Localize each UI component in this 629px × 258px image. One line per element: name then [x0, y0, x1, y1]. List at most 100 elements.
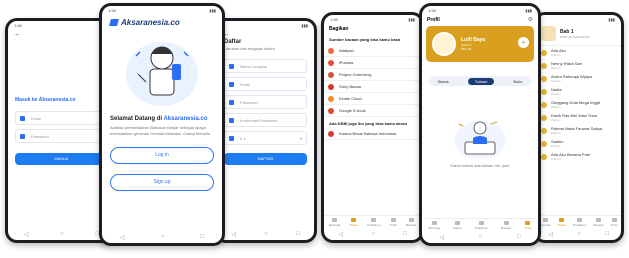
back-button[interactable]: ← [217, 30, 314, 39]
tab-status[interactable]: Status [437, 79, 448, 84]
home-nav[interactable]: ○ [60, 231, 64, 237]
recents-nav[interactable]: □ [605, 231, 609, 237]
recents-nav[interactable]: □ [296, 231, 300, 237]
login-submit-button[interactable]: MASUK [15, 153, 108, 165]
library-item-google-ebook[interactable]: Google E-book [324, 105, 421, 117]
home-icon [431, 220, 437, 225]
chapter-list: Ada Aku Pantun Nenny Riska Sari Pantun And… [536, 46, 621, 163]
nav-bacaan[interactable]: Bacaan [593, 217, 604, 227]
home-nav[interactable]: ○ [479, 234, 483, 240]
list-item[interactable]: Ada Aku Benaria Putri Pantun [536, 150, 621, 163]
wattpad-icon [328, 47, 334, 54]
library-item-kbbi[interactable]: Kamus Besar Bahasa Indonesia [324, 128, 421, 140]
bottom-nav: Beranda Materi Praktikum Profil Bacaan [324, 215, 421, 228]
list-item[interactable]: Nenny Riska Sari Pantun [536, 59, 621, 72]
back-nav[interactable]: ◁ [24, 231, 29, 238]
back-nav[interactable]: ◁ [338, 231, 343, 238]
email-field[interactable]: Email [15, 111, 108, 125]
signup-button[interactable]: Sign up [110, 174, 214, 191]
google-books-icon [328, 107, 334, 114]
recents-nav[interactable]: □ [200, 234, 204, 240]
welcome-description: Aplikasi pembelajaran Bahasan Banjar seb… [110, 125, 211, 136]
class-select[interactable]: # 1 ▾ [224, 131, 307, 145]
register-submit-button[interactable]: DAFTAR [224, 153, 307, 165]
nav-praktikum[interactable]: Praktikum [573, 217, 586, 227]
bottom-nav: Beranda Materi Praktikum Bacaan Profil [536, 215, 621, 228]
list-item[interactable]: Andra Rahmaja Wijaya Pantun [536, 72, 621, 85]
chapters-screen: ▮▮▮ Bab 1 PANTUN INDONESIA Ada Aku Pantun… [536, 15, 621, 240]
profile-stat: Skor 80 [461, 47, 472, 51]
back-nav[interactable]: ◁ [548, 231, 553, 238]
home-nav[interactable]: ○ [161, 234, 165, 240]
library-item-gutenberg[interactable]: Project Gutenberg [324, 69, 421, 81]
back-nav[interactable]: ◁ [439, 234, 444, 241]
add-icon[interactable]: + [518, 37, 529, 48]
library-screen: 1:58 ▮▮▮ Bagikan Sumber bacaan yang bisa … [324, 15, 421, 240]
nav-materi[interactable]: Materi [349, 217, 358, 227]
nav-bacaan[interactable]: Bacaan [406, 217, 416, 227]
nav-praktikum[interactable]: Praktikum [475, 220, 488, 230]
kbbi-icon [328, 130, 334, 137]
pencil-icon [478, 220, 484, 225]
library-item-story[interactable]: Story Bacaa [324, 81, 421, 93]
empty-text: Kamu belum ada tulisan nih, yuk! [450, 163, 510, 168]
settings-icon[interactable]: ⚙ [528, 16, 533, 23]
phone-profile: 1:58 ▮▮▮ Profil ⚙ Lutfi Bayu Kelas 3 Skor… [419, 3, 541, 246]
system-nav: ◁ ○ □ [324, 228, 421, 240]
home-nav[interactable]: ○ [264, 231, 268, 237]
recents-nav[interactable]: □ [517, 234, 521, 240]
book-icon [454, 220, 460, 225]
nav-profil[interactable]: Profil [611, 217, 617, 227]
profile-screen: 1:58 ▮▮▮ Profil ⚙ Lutfi Bayu Kelas 3 Skor… [422, 6, 538, 243]
list-item[interactable]: Saidun Pantun [536, 137, 621, 150]
home-nav[interactable]: ○ [577, 231, 581, 237]
nav-profil[interactable]: Profil [525, 220, 531, 230]
recents-nav[interactable]: □ [403, 231, 407, 237]
nav-home[interactable]: Beranda [539, 217, 551, 227]
name-field[interactable]: Nama Lengkap [224, 59, 307, 73]
nav-profil[interactable]: Profil [390, 217, 397, 227]
list-item[interactable]: Kasih Ras Wei Maw Thea Pantun [536, 111, 621, 124]
nav-materi[interactable]: Materi [453, 220, 461, 230]
avatar [432, 32, 456, 56]
list-item[interactable]: Nadia Pantun [536, 85, 621, 98]
student-icon [541, 153, 547, 160]
chapter-subtitle: PANTUN INDONESIA [560, 34, 590, 39]
nav-materi[interactable]: Materi [558, 217, 566, 227]
library-item-wattpad[interactable]: Wattpad [324, 45, 421, 57]
password-field[interactable]: Password [224, 95, 307, 109]
lock-icon [229, 99, 234, 105]
library-item-ipusnas[interactable]: iPusnas [324, 57, 421, 69]
list-item[interactable]: Ada Aku Pantun [536, 46, 621, 59]
nav-home[interactable]: Beranda [429, 220, 440, 230]
mail-icon [20, 115, 25, 121]
tab-tulisan[interactable]: Tulisan [467, 77, 495, 85]
kbbi-section-title: Ada KBBI juga lho yang bisa kamu akses [329, 121, 408, 126]
welcome-illustration [102, 34, 222, 108]
kindle-icon [328, 95, 334, 102]
chapter-icon [541, 26, 556, 41]
library-list: Wattpad iPusnas Project Gutenberg Story … [324, 45, 421, 117]
list-item[interactable]: Ginggang Duta Mega Inggit Pantun [536, 98, 621, 111]
home-nav[interactable]: ○ [371, 231, 375, 237]
profile-tabs: Status Tulisan Buku [428, 76, 532, 86]
student-icon [541, 62, 547, 69]
welcome-heading: Selamat Datang di Aksaranesia.co [110, 116, 208, 122]
library-icon [408, 217, 414, 222]
nav-home[interactable]: Beranda [329, 217, 340, 227]
library-item-kindle[interactable]: Kindle Cloud [324, 93, 421, 105]
phone-library: 1:58 ▮▮▮ Bagikan Sumber bacaan yang bisa … [321, 12, 424, 243]
nav-bacaan[interactable]: Bacaan [501, 220, 511, 230]
user-icon [229, 63, 234, 69]
confirm-password-field[interactable]: Konfirmasi Password [224, 113, 307, 127]
email-field[interactable]: Email [224, 77, 307, 91]
password-field[interactable]: Password [15, 129, 108, 143]
nav-praktikum[interactable]: Praktikum [367, 217, 380, 227]
chapter-header: Bab 1 PANTUN INDONESIA [536, 24, 621, 46]
tab-buku[interactable]: Buku [513, 79, 522, 84]
back-nav[interactable]: ◁ [231, 231, 236, 238]
login-button[interactable]: Log in [110, 147, 214, 164]
list-item[interactable]: Rahma Nada Fauwaz Sabya Pantun [536, 124, 621, 137]
empty-illustration [422, 114, 538, 160]
back-nav[interactable]: ◁ [120, 234, 125, 241]
